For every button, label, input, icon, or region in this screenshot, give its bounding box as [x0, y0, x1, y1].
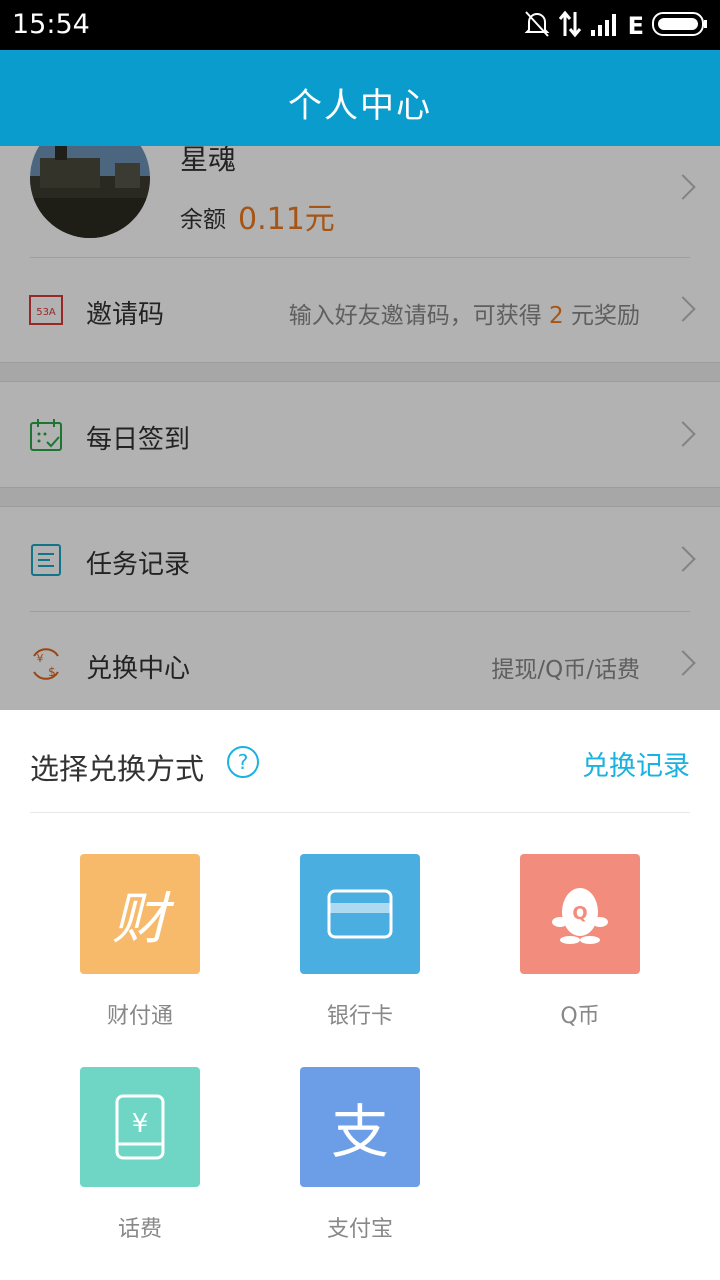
caifutong-icon: 财 — [80, 854, 200, 974]
option-alipay[interactable]: 支 支付宝 — [300, 1067, 420, 1243]
status-icons: E — [524, 10, 708, 42]
exchange-method-sheet: 选择兑换方式 ? 兑换记录 财 财付通 银行卡 Q Q币 ¥ 话费 支 支付宝 — [0, 710, 720, 1280]
option-label: 话费 — [117, 1217, 162, 1242]
option-label: 支付宝 — [326, 1217, 393, 1242]
option-label: 银行卡 — [326, 1004, 393, 1029]
option-label: Q币 — [560, 1004, 600, 1029]
option-bank-card[interactable]: 银行卡 — [300, 854, 420, 1030]
option-caifutong[interactable]: 财 财付通 — [80, 854, 200, 1030]
option-qcoin[interactable]: Q Q币 — [520, 854, 640, 1030]
option-label: 财付通 — [106, 1004, 173, 1029]
qq-penguin-icon: Q — [520, 854, 640, 974]
network-type: E — [627, 12, 644, 40]
svg-text:¥: ¥ — [132, 1109, 149, 1139]
page-title: 个人中心 — [288, 86, 432, 126]
status-time: 15:54 — [12, 9, 90, 40]
mute-bell-icon — [524, 10, 550, 42]
phone-recharge-icon: ¥ — [80, 1067, 200, 1187]
divider — [30, 812, 690, 813]
help-icon[interactable]: ? — [227, 746, 259, 778]
header-bar: 个人中心 — [0, 50, 720, 146]
modal-backdrop[interactable] — [0, 146, 720, 710]
battery-icon — [652, 11, 708, 41]
sheet-title: 选择兑换方式 — [30, 752, 205, 786]
data-transfer-icon — [558, 10, 582, 42]
exchange-record-link[interactable]: 兑换记录 — [582, 744, 690, 783]
alipay-icon: 支 — [300, 1067, 420, 1187]
option-phone-recharge[interactable]: ¥ 话费 — [80, 1067, 200, 1243]
signal-icon — [590, 12, 620, 40]
svg-text:Q: Q — [572, 903, 587, 924]
status-bar: 15:54 E — [0, 0, 720, 50]
bank-card-icon — [300, 854, 420, 974]
